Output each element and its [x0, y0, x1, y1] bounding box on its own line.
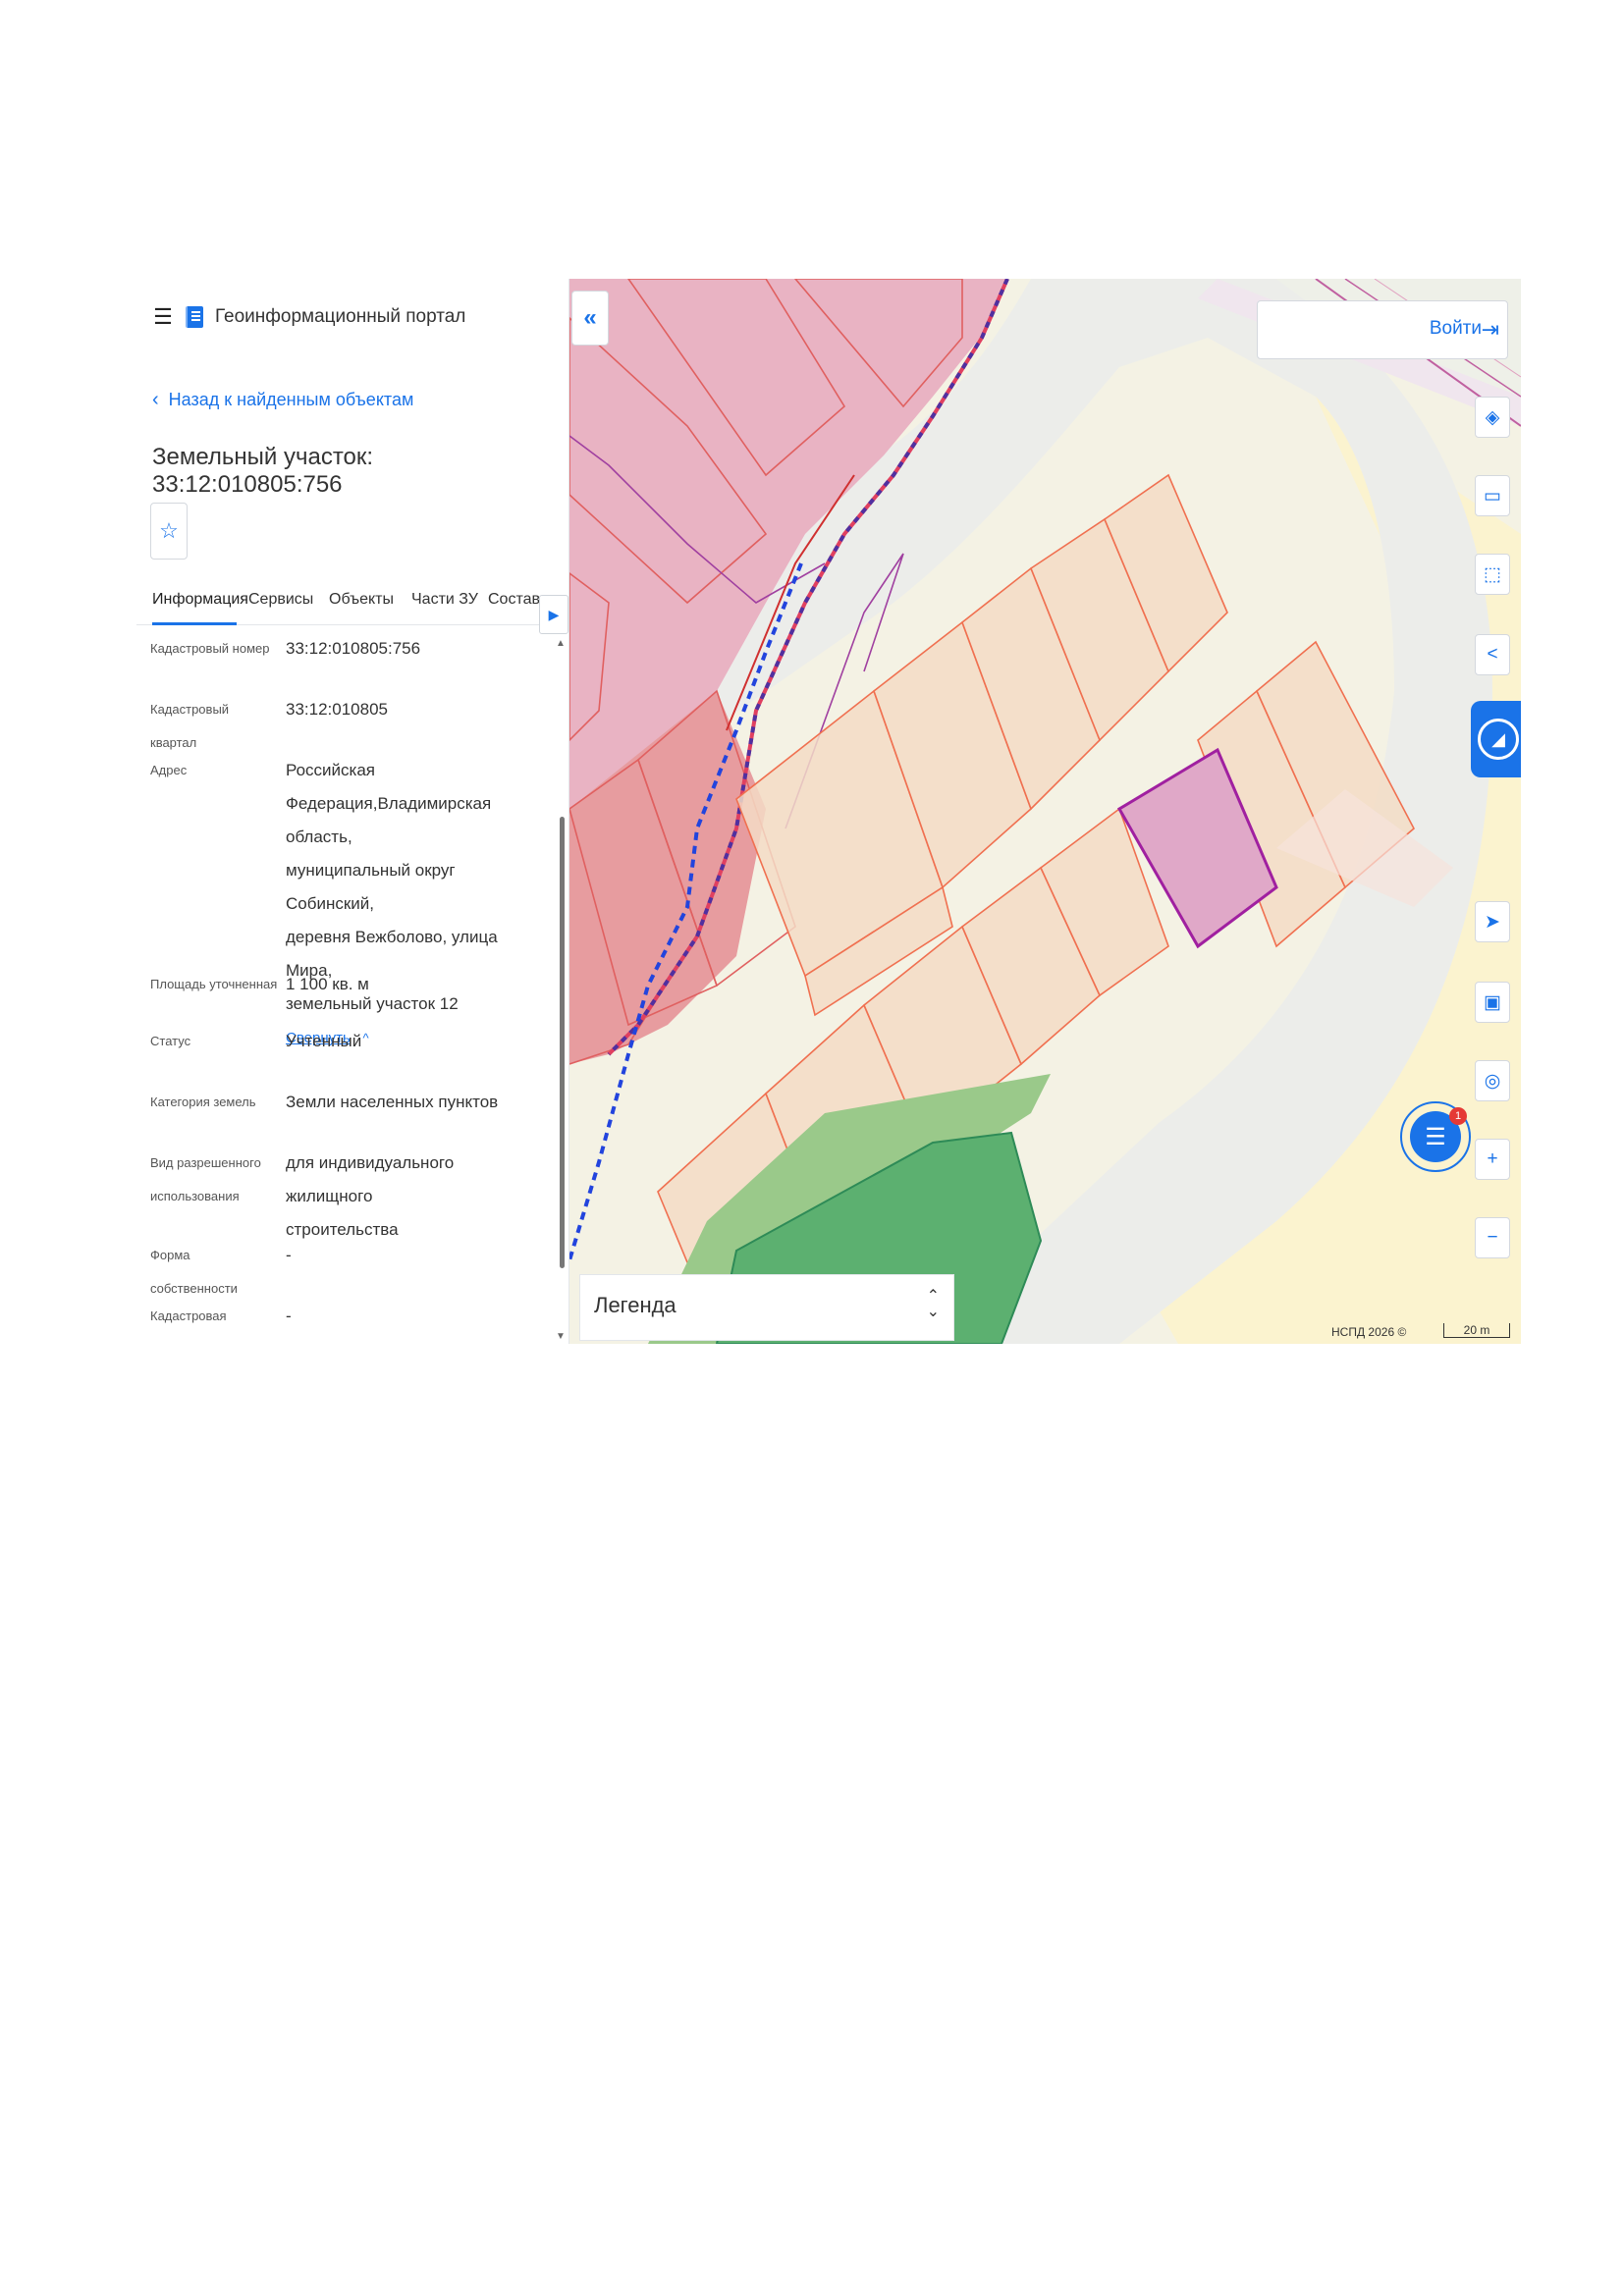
star-icon: ☆: [159, 518, 179, 543]
geolocation-icon: ◎: [1484, 1070, 1501, 1092]
legend-selector[interactable]: Легенда ⌃ ⌄: [579, 1274, 954, 1341]
field-value: 1 100 кв. м: [286, 975, 369, 993]
panel-header: ☰ Геоинформационный портал: [152, 304, 465, 330]
map-canvas: [569, 279, 1521, 1344]
measure-button[interactable]: ▭: [1475, 475, 1510, 516]
map-attribution: НСПД 2026 ©: [1331, 1325, 1407, 1339]
ruler-icon: ▭: [1484, 485, 1501, 507]
legend-label: Легенда: [594, 1293, 677, 1317]
back-to-results-link[interactable]: ‹ Назад к найденным объектам: [152, 389, 413, 411]
hamburger-icon[interactable]: ☰: [152, 304, 174, 330]
attribute-list: Кадастровый номер 33:12:010805:756 Кадас…: [136, 624, 559, 1344]
field-value: Учтенный: [286, 1032, 362, 1050]
chevron-right-icon: ▶: [548, 606, 560, 622]
favorite-button[interactable]: ☆: [150, 503, 188, 560]
address-value: Российская Федерация,Владимирская област…: [286, 754, 539, 1055]
login-button[interactable]: Войти ⇥: [1257, 300, 1508, 359]
field-label: Форма собственности: [150, 1248, 238, 1296]
scale-label: 20 m: [1463, 1323, 1490, 1337]
login-arrow-icon: ⇥: [1481, 317, 1499, 342]
field-label: Кадастровая: [150, 1308, 227, 1323]
identify-icon: ◢: [1478, 719, 1519, 760]
field-value: -: [286, 1246, 292, 1264]
scroll-up-arrow[interactable]: ▲: [556, 638, 566, 649]
locate-button[interactable]: ➤: [1475, 901, 1510, 942]
login-label: Войти: [1429, 318, 1482, 339]
frame-icon: ▣: [1484, 991, 1501, 1013]
field-label: Вид разрешенного использования: [150, 1147, 278, 1213]
scroll-down-arrow[interactable]: ▼: [556, 1331, 566, 1342]
area-select-icon: ⬚: [1484, 563, 1501, 585]
field-value: для индивидуального жилищного строительс…: [286, 1147, 539, 1247]
share-button[interactable]: <: [1475, 634, 1510, 675]
label-line: Вид разрешенного: [150, 1155, 261, 1170]
info-panel: ☰ Геоинформационный портал ‹ Назад к най…: [136, 279, 569, 1344]
scrollbar-thumb[interactable]: [560, 817, 565, 1268]
identify-button[interactable]: ◢: [1471, 701, 1521, 777]
tab-bar: Информация Сервисы Объекты Части ЗУ Сост…: [136, 583, 568, 634]
share-icon: <: [1487, 644, 1498, 665]
zoom-in-button[interactable]: +: [1475, 1139, 1510, 1180]
field-label: Адрес: [150, 763, 188, 777]
app-title: Геоинформационный портал: [215, 306, 466, 327]
tab-parcel-parts[interactable]: Части ЗУ: [411, 591, 478, 609]
navigation-arrow-icon: ➤: [1485, 911, 1500, 933]
label-line: использования: [150, 1189, 240, 1203]
field-value: 33:12:010805:756: [286, 639, 421, 658]
value-line: для индивидуального жилищного: [286, 1153, 455, 1205]
portal-logo-icon[interactable]: [184, 304, 205, 330]
chat-button[interactable]: ☰ 1: [1400, 1101, 1471, 1172]
address-line: Федерация,Владимирская область,: [286, 794, 492, 846]
map-view[interactable]: « Войти ⇥ ◈ ▭ ⬚ < ◢ ➤ ▣ ◎ + − ☰ 1 Легенд…: [569, 279, 1521, 1344]
address-line: Российская: [286, 761, 376, 779]
tab-services[interactable]: Сервисы: [248, 591, 313, 609]
layers-button[interactable]: ◈: [1475, 397, 1510, 438]
field-label: Кадастровый номер: [150, 641, 270, 656]
scale-bar: 20 m: [1443, 1323, 1510, 1338]
field-label: Статус: [150, 1034, 191, 1048]
page-title: Земельный участок: 33:12:010805:756: [152, 444, 374, 498]
tab-information[interactable]: Информация: [152, 591, 248, 609]
field-value: 33:12:010805: [286, 700, 388, 719]
geolocation-button[interactable]: ◎: [1475, 1060, 1510, 1101]
tab-composition[interactable]: Состав: [488, 591, 540, 609]
collapse-panel-button[interactable]: «: [571, 291, 609, 346]
chat-badge: 1: [1449, 1107, 1467, 1125]
field-value: -: [286, 1307, 292, 1325]
zoom-out-button[interactable]: −: [1475, 1217, 1510, 1258]
chevron-left-icon: ‹: [152, 389, 159, 410]
select-area-button[interactable]: ⬚: [1475, 554, 1510, 595]
sort-arrows-icon: ⌃ ⌄: [926, 1288, 940, 1320]
field-label: Площадь уточненная: [150, 977, 278, 991]
layers-icon: ◈: [1485, 406, 1500, 428]
field-value: Земли населенных пунктов: [286, 1093, 499, 1111]
screenshot-frame: ☰ Геоинформационный портал ‹ Назад к най…: [136, 279, 1521, 1344]
field-label: Кадастровый квартал: [150, 702, 230, 750]
field-label: Категория земель: [150, 1095, 256, 1109]
address-line: муниципальный округ Собинский,: [286, 861, 456, 913]
plus-icon: +: [1487, 1148, 1498, 1169]
tab-objects[interactable]: Объекты: [329, 591, 394, 609]
minus-icon: −: [1487, 1227, 1498, 1248]
back-link-label: Назад к найденным объектам: [168, 390, 414, 409]
fullscreen-button[interactable]: ▣: [1475, 982, 1510, 1023]
